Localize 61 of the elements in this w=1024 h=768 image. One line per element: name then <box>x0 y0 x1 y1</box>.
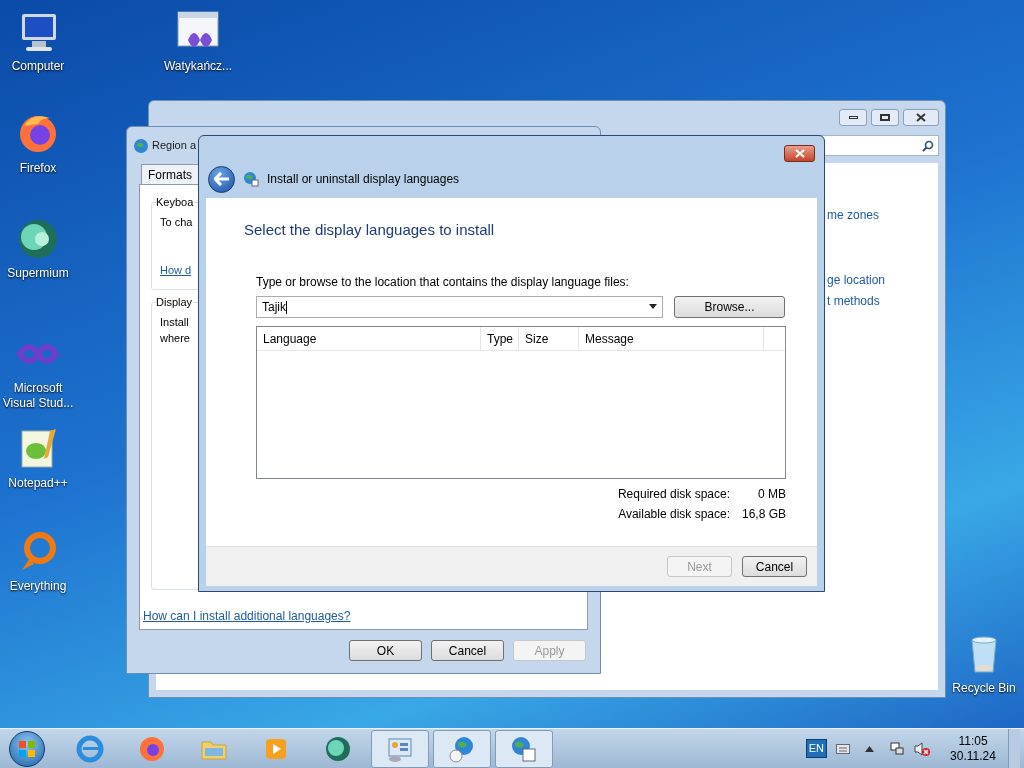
dialog-title: Install or uninstall display languages <box>267 171 460 188</box>
location-combobox[interactable]: Tajik <box>256 295 663 318</box>
taskbar-button[interactable] <box>433 729 491 768</box>
desktop-icon-label[interactable]: Firefox <box>19 161 57 176</box>
clock-date[interactable]: 30.11.24 <box>950 748 996 764</box>
show-desktop-button[interactable] <box>1008 728 1020 768</box>
column-header[interactable]: Message <box>579 326 764 350</box>
browse-button[interactable]: Browse... <box>674 295 785 318</box>
group-description: Install where <box>160 314 190 346</box>
restore-button[interactable] <box>871 109 899 126</box>
desktop-icon-label[interactable]: Recycle Bin <box>952 681 1016 696</box>
dialog-button[interactable]: OK <box>349 640 422 661</box>
help-link[interactable]: How can I install additional languages? <box>143 607 351 625</box>
settings-link[interactable]: me zones <box>827 206 938 224</box>
disk-space-value: 16,8 GB <box>740 505 786 523</box>
close-button[interactable] <box>903 109 939 126</box>
tab[interactable]: Formats <box>141 164 199 184</box>
help-link[interactable]: How d <box>160 261 192 278</box>
desktop-icon-label[interactable]: Everything <box>9 579 67 594</box>
close-icon <box>794 149 805 158</box>
desktop-icon-label[interactable]: Supermium <box>7 266 69 281</box>
dialog-button[interactable]: Cancel <box>431 640 504 661</box>
internet-explorer-icon <box>75 733 105 764</box>
language-list[interactable]: Language Type Size Message <box>256 325 786 479</box>
chevron-up-icon[interactable] <box>865 745 874 752</box>
location-prompt: Type or browse to the location that contains the display language files: <box>256 273 630 291</box>
globe-icon <box>133 137 149 154</box>
group-description: To cha <box>160 214 193 230</box>
muted-speaker-icon[interactable] <box>914 740 930 757</box>
start-button[interactable] <box>9 730 45 767</box>
language-indicator[interactable]: EN <box>805 739 827 758</box>
close-icon <box>916 113 926 122</box>
keyboard-icon[interactable] <box>836 743 850 754</box>
disk-space-label: Required disk space: <box>617 485 730 503</box>
dropdown-arrow-icon <box>649 304 657 309</box>
search-icon <box>922 139 934 152</box>
back-button[interactable] <box>208 165 235 193</box>
wizard-button[interactable]: Cancel <box>742 556 807 577</box>
taskbar-button[interactable] <box>371 729 429 768</box>
window-title: Region a <box>152 138 197 154</box>
minimize-button[interactable] <box>839 109 867 126</box>
column-header[interactable]: Language <box>257 326 481 350</box>
desktop-icon-label[interactable]: Notepad++ <box>8 476 68 491</box>
network-icon[interactable] <box>889 740 905 757</box>
taskbar-button[interactable] <box>495 729 553 768</box>
settings-link[interactable]: ge location <box>827 271 938 289</box>
desktop-icon-label[interactable]: Microsoft Visual Stud... <box>0 381 76 411</box>
dialog-heading: Select the display languages to install <box>244 220 496 240</box>
column-header[interactable]: Size <box>519 326 579 350</box>
settings-link[interactable]: t methods <box>827 292 938 310</box>
desktop-icon-label[interactable]: Computer <box>11 59 65 74</box>
back-arrow-icon <box>213 172 230 186</box>
column-header[interactable]: Type <box>481 326 519 350</box>
disk-space-value: 0 MB <box>757 485 786 503</box>
location-value: Tajik <box>262 298 289 316</box>
windows-logo-icon <box>18 739 36 758</box>
clock-time[interactable]: 11:05 <box>958 733 988 749</box>
disk-space-label: Available disk space: <box>618 505 730 523</box>
close-button[interactable] <box>784 145 815 162</box>
globe-icon <box>243 171 259 187</box>
desktop-icon-label[interactable]: Watykańcz... <box>163 59 233 74</box>
